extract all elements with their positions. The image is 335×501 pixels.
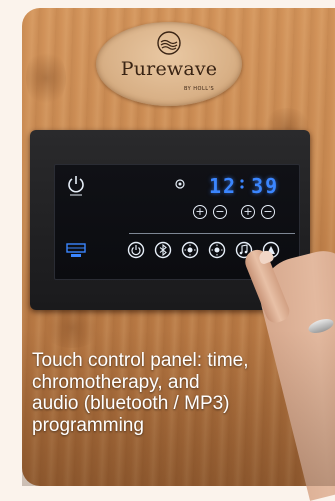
wave-logo-icon	[157, 31, 181, 55]
photo-caption: Touch control panel: time, chromotherapy…	[32, 350, 249, 436]
wood-knot	[26, 48, 66, 108]
light-icon[interactable]	[208, 241, 226, 259]
sauna-heater-icon[interactable]	[65, 241, 87, 259]
light-icon[interactable]	[181, 241, 199, 259]
power-icon[interactable]	[67, 175, 85, 197]
brand-sub: BY HOLL'S	[184, 86, 215, 92]
clock-colon-icon	[240, 179, 244, 189]
timer-indicator-icon	[175, 179, 185, 189]
decrease-temp-button[interactable]: −	[213, 205, 227, 219]
brand-name: Purewave	[120, 58, 218, 80]
increase-time-button[interactable]: +	[241, 205, 255, 219]
increase-temp-button[interactable]: +	[193, 205, 207, 219]
brand-plaque: Purewave BY HOLL'S	[96, 22, 242, 106]
bluetooth-icon[interactable]	[154, 241, 172, 259]
power-icon[interactable]	[127, 241, 145, 259]
panel-divider	[129, 233, 295, 234]
decrease-time-button[interactable]: −	[261, 205, 275, 219]
